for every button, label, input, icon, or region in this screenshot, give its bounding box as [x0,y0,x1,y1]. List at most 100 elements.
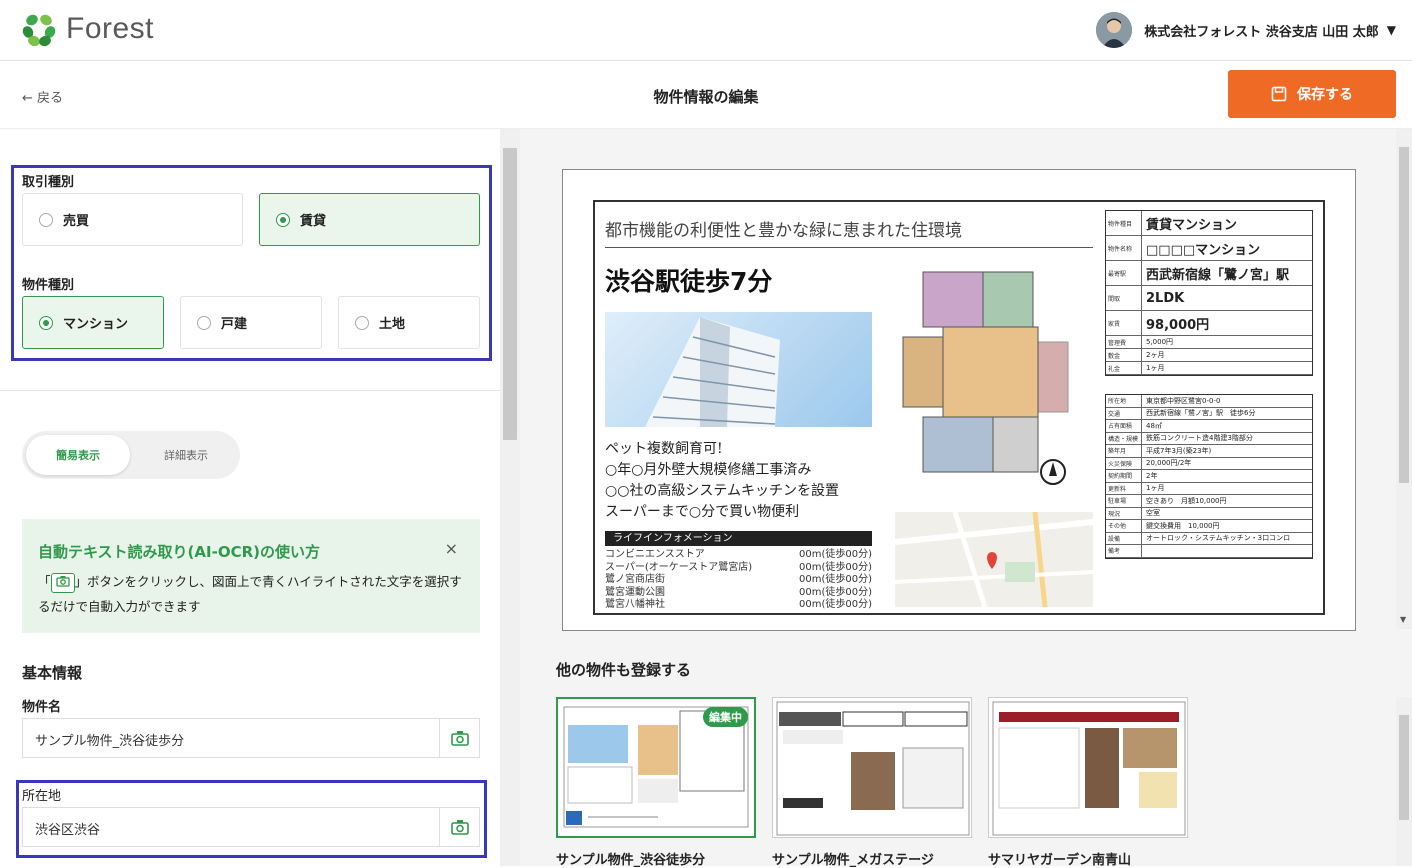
property-thumb-name[interactable]: サンプル物件_渋谷徒歩分 [556,849,705,868]
property-name-label: 物件名 [22,700,62,715]
address-field[interactable]: 渋谷区渋谷 [22,807,480,847]
logo[interactable]: Forest [20,10,154,48]
spec-key: 火災保険 [1106,457,1142,469]
spec-value: 1ヶ月 [1146,364,1165,372]
camera-icon[interactable] [439,808,479,846]
flyer-pet: ペット複数飼育可! [605,441,723,457]
spec-row: 交通 西武新宿線「鷺ノ宮」駅 徒歩6分 [1106,407,1312,420]
spec-key: 物件名称 [1106,236,1142,260]
spec-table-2: 所在地 東京都中野区鷺宮0-0-0 交通 西武新宿線「鷺ノ宮」駅 徒歩6分 占有面積 48… [1105,394,1313,559]
user-name: 株式会社フォレスト 渋谷支店 山田 太郎 [1144,24,1379,40]
user-menu[interactable]: 株式会社フォレスト 渋谷支店 山田 太郎 ▼ [1096,12,1396,48]
spec-row: 現況 空室 [1106,507,1312,520]
flyer-station: 渋谷駅徒歩7分 [605,267,773,296]
toggle-detail[interactable]: 詳細表示 [134,435,238,475]
spec-value: 賃貸マンション [1146,217,1238,233]
spec-row: 礼金 1ヶ月 [1106,362,1312,375]
spec-key: 現況 [1106,507,1142,519]
address-label: 所在地 [22,789,62,804]
property-thumb[interactable] [988,697,1188,838]
spec-value: 東京都中野区鷺宮0-0-0 [1146,396,1221,405]
lifeinfo-distance: 00m(徒歩00分) [799,586,872,598]
scroll-down-arrow[interactable]: ▼ [1400,615,1406,624]
spec-key: 敷金 [1106,349,1142,361]
radio-rent[interactable]: 賃貸 [259,193,480,246]
radio-mansion[interactable]: マンション [22,296,164,349]
other-properties-heading: 他の物件も登録する [556,661,692,679]
spec-row: 管理費 5,000円 [1106,336,1312,349]
lifeinfo-name: 鷺宮八幡神社 [605,599,665,610]
spec-value: 20,000円/2年 [1146,459,1192,468]
leaf-logo-icon [22,12,56,47]
spec-row: 家賃 98,000円 [1106,311,1312,336]
property-thumb-name[interactable]: サンプル物件_メガステージ [772,849,934,868]
spec-row: その他 鍵交換費用 10,000円 [1106,520,1312,533]
lifeinfo-name: 鷺宮運動公園 [605,586,665,598]
property-type-label: 物件種別 [22,278,75,293]
spec-row: 構造・規模 鉄筋コンクリート造4階建3階部分 [1106,432,1312,445]
back-link[interactable]: ← 戻る [22,87,63,106]
property-thumb-name[interactable]: サマリヤガーデン南青山 [988,849,1131,868]
chevron-down-icon[interactable]: ▼ [1387,23,1396,37]
flyer-preview[interactable]: 都市機能の利便性と豊かな緑に恵まれた住環境 渋谷駅徒歩7分 ペット複数飼育可! … [562,169,1356,631]
lifeinfo-distance: 00m(徒歩00分) [799,574,872,585]
spec-row: 設備 オートロック・システムキッチン・3口コンロ [1106,532,1312,545]
spec-row: 所在地 東京都中野区鷺宮0-0-0 [1106,395,1312,408]
flyer-line: スーパーまで○分で買い物便利 [605,504,800,520]
property-name-field[interactable]: サンプル物件_渋谷徒歩分 [22,718,480,758]
spec-value: 空室 [1146,509,1160,518]
preview-pane: 都市機能の利便性と豊かな緑に恵まれた住環境 渋谷駅徒歩7分 ペット複数飼育可! … [520,129,1412,868]
spec-row: 火災保険 20,000円/2年 [1106,457,1312,470]
camera-icon[interactable] [439,719,479,757]
lifeinfo-title: ライフインフォメーション [605,531,872,546]
left-scrollbar-thumb[interactable] [503,148,517,440]
flyer-line: ○○社の高級システムキッチンを設置 [605,483,840,499]
spec-key: 更新料 [1106,482,1142,494]
spec-row: 最寄駅 西武新宿線「鷺ノ宮」駅 [1106,261,1312,286]
radio-sale[interactable]: 売買 [22,193,243,246]
spec-key: 交通 [1106,407,1142,419]
ocr-help-box: 自動テキスト読み取り(AI-OCR)の使い方 × 「」ボタンをクリックし、図面上… [22,519,480,633]
save-button[interactable]: 保存する [1228,70,1396,118]
spec-key: 築年月 [1106,445,1142,457]
divider [0,390,500,391]
spec-value: □□□□マンション [1146,242,1261,258]
spec-row: 敷金 2ヶ月 [1106,349,1312,362]
spec-key: 間取 [1106,286,1142,310]
building-photo [605,312,872,427]
sub-header: 物件情報の編集 ← 戻る 保存する [0,61,1412,129]
editing-badge: 編集中 [703,707,748,727]
save-icon [1271,86,1287,102]
spec-key: 最寄駅 [1106,261,1142,285]
spec-value [1142,545,1312,557]
lifeinfo-row: 鷺宮運動公園 00m(徒歩00分) [605,587,872,600]
spec-row: 築年月 平成7年3月(築23年) [1106,445,1312,458]
headline-rule [605,247,1093,248]
close-icon[interactable]: × [445,539,458,558]
radio-land[interactable]: 土地 [338,296,480,349]
lifeinfo-row: 鷺ノ宮商店街 00m(徒歩00分) [605,574,872,587]
lifeinfo-list: コンビニエンスストア 00m(徒歩00分) スーパー(オーケーストア鷺宮店) 00m(… [605,549,872,612]
preview-scrollbar-thumb[interactable] [1399,147,1409,483]
spec-value: 西武新宿線「鷺ノ宮」駅 [1146,267,1290,283]
thumbs-scrollbar-thumb[interactable] [1399,715,1409,820]
toggle-simple[interactable]: 簡易表示 [26,435,130,475]
avatar [1096,12,1133,48]
basic-info-heading: 基本情報 [22,664,83,682]
lifeinfo-name: スーパー(オーケーストア鷺宮店) [605,561,753,573]
property-thumb[interactable]: 編集中 [556,697,756,838]
spec-value: 1ヶ月 [1146,484,1165,493]
spec-value: 2ヶ月 [1146,351,1165,359]
floor-plan [893,262,1093,497]
spec-key: 物件種目 [1106,211,1142,235]
spec-row: 物件名称 □□□□マンション [1106,236,1312,261]
spec-key: 駐車場 [1106,495,1142,507]
radio-house[interactable]: 戸建 [180,296,322,349]
transaction-label: 取引種別 [22,175,75,190]
spec-row: 物件種目 賃貸マンション [1106,211,1312,236]
property-thumb[interactable] [772,697,972,838]
spec-key: その他 [1106,520,1142,532]
spec-row: 契約期間 2年 [1106,470,1312,483]
spec-key: 礼金 [1106,362,1142,374]
spec-row: 間取 2LDK [1106,286,1312,311]
